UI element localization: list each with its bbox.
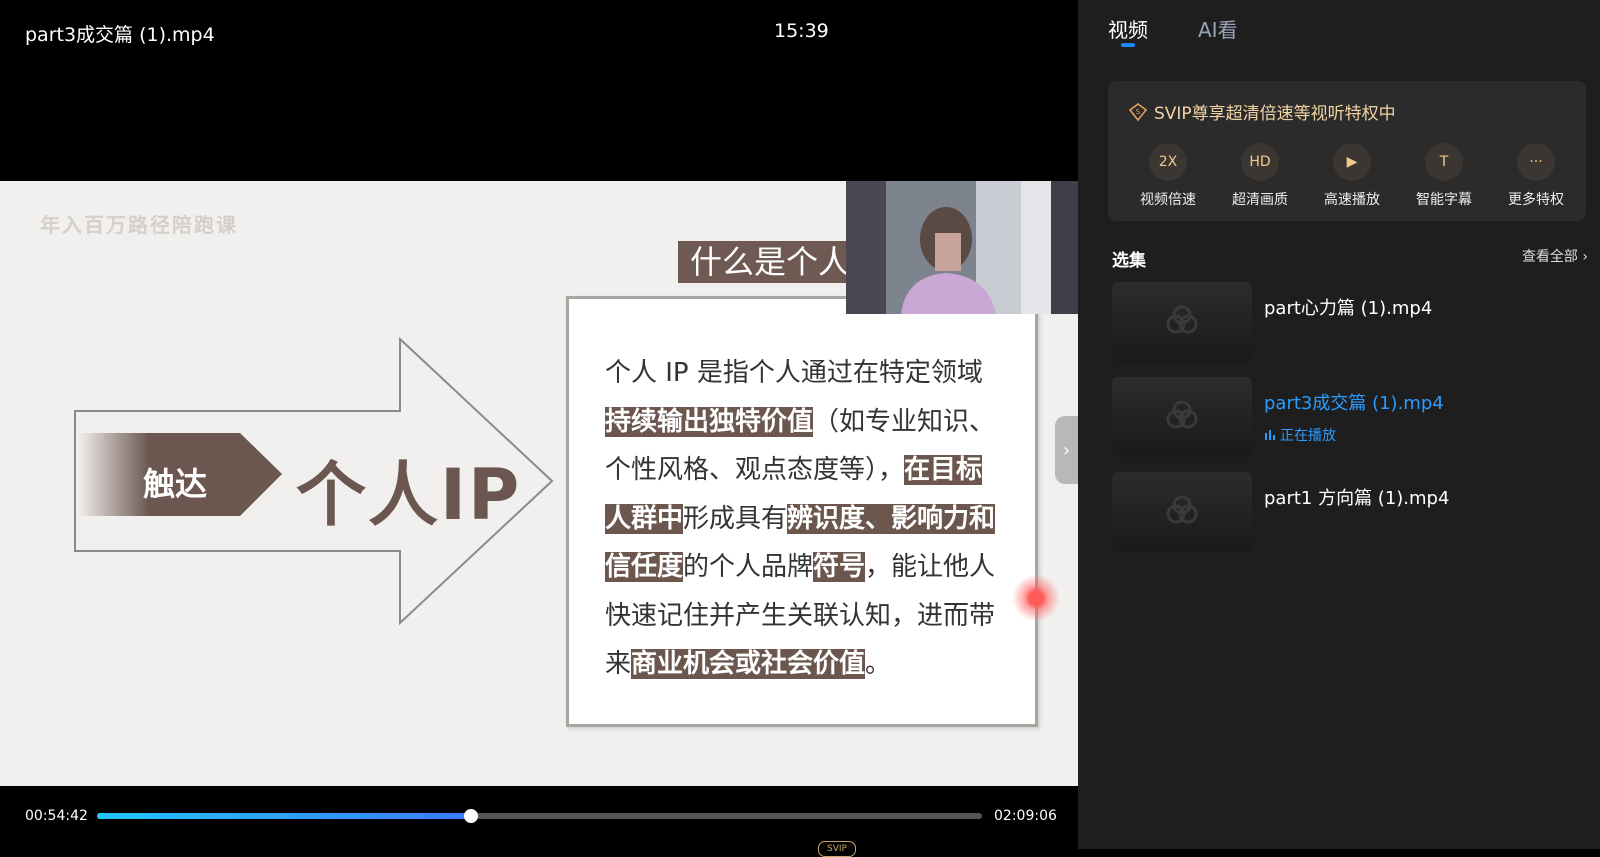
episode-title: part心力篇 (1).mp4 (1264, 298, 1433, 319)
definition-text: 个人 IP 是指个人通过在特定领域持续输出独特价值（如专业知识、个性风格、观点态… (605, 349, 1005, 689)
definition-box: 个人 IP 是指个人通过在特定领域持续输出独特价值（如专业知识、个性风格、观点态… (566, 296, 1038, 727)
perk-more[interactable]: ··· 更多特权 (1496, 143, 1576, 209)
svip-card[interactable]: S SVIP尊享超清倍速等视听特权中 2X 视频倍速 HD 超清画质 ▶ 高速播… (1108, 81, 1586, 221)
laser-pointer (1012, 574, 1060, 622)
view-all-link[interactable]: 查看全部 › (1522, 246, 1588, 266)
equalizer-icon (1265, 430, 1275, 440)
episode-title: part3成交篇 (1).mp4 (1264, 393, 1444, 414)
episode-thumbnail (1112, 282, 1252, 362)
svip-header-text: SVIP尊享超清倍速等视听特权中 (1154, 104, 1396, 124)
perk-label: 视频倍速 (1140, 192, 1196, 208)
now-playing-text: 正在播放 (1280, 428, 1336, 444)
episode-item[interactable]: part1 方向篇 (1).mp4 (1112, 472, 1582, 552)
perk-label: 高速播放 (1324, 192, 1380, 208)
perk-label: 超清画质 (1232, 192, 1288, 208)
video-player[interactable]: part3成交篇 (1).mp4 15:39 年入百万路径陪跑课 触达 个人IP… (0, 0, 1078, 857)
total-time: 02:09:06 (994, 808, 1057, 824)
presenter-webcam (846, 181, 1078, 314)
episode-thumbnail (1112, 377, 1252, 457)
clock: 15:39 (774, 20, 829, 42)
perk-subtitles[interactable]: T 智能字幕 (1404, 143, 1484, 209)
cloud-logo-icon (1166, 495, 1198, 524)
def-highlight-5: 商业机会或社会价值 (631, 649, 866, 679)
def-highlight-4: 符号 (813, 552, 866, 582)
diamond-icon: S (1128, 102, 1148, 121)
tab-ai[interactable]: AI看 (1198, 14, 1238, 43)
cloud-logo-icon (1166, 400, 1198, 429)
episode-item-active[interactable]: part3成交篇 (1).mp4 正在播放 (1112, 377, 1582, 457)
episodes-title: 选集 (1112, 251, 1146, 271)
perk-label: 智能字幕 (1416, 192, 1472, 208)
def-text-3: 形成具有 (683, 503, 788, 534)
now-playing-status: 正在播放 (1264, 425, 1336, 445)
def-text-4: 的个人品牌 (683, 552, 814, 582)
video-frame[interactable]: 年入百万路径陪跑课 触达 个人IP 什么是个人 个人 IP 是指个人通过在特定领… (0, 181, 1078, 786)
episode-title: part1 方向篇 (1).mp4 (1264, 488, 1450, 509)
cloud-logo-icon (1166, 305, 1198, 334)
svip-mini-badge[interactable]: SVIP (818, 841, 856, 857)
video-title: part3成交篇 (1).mp4 (25, 24, 215, 46)
chevron-right-icon[interactable]: › (1055, 416, 1078, 484)
perk-fast-play[interactable]: ▶ 高速播放 (1312, 143, 1392, 209)
tab-video[interactable]: 视频 (1108, 14, 1148, 43)
slide-watermark: 年入百万路径陪跑课 (40, 213, 238, 237)
slide-touch-label: 触达 (143, 465, 208, 503)
side-panel: 视频 AI看 S SVIP尊享超清倍速等视听特权中 2X 视频倍速 HD 超清画… (1078, 0, 1600, 849)
perk-label: 更多特权 (1508, 192, 1564, 208)
def-text-1: 个人 IP 是指个人通过在特定领域 (605, 358, 983, 388)
progress-bar[interactable] (97, 809, 982, 823)
perk-speed[interactable]: 2X 视频倍速 (1128, 143, 1208, 209)
current-time: 00:54:42 (25, 808, 88, 824)
slide-ip-heading: 个人IP (296, 454, 522, 536)
fast-play-icon: ▶ (1333, 143, 1371, 181)
progress-fill (97, 813, 472, 819)
episode-thumbnail (1112, 472, 1252, 552)
episode-item[interactable]: part心力篇 (1).mp4 (1112, 282, 1582, 362)
hd-icon: HD (1241, 143, 1279, 181)
active-tab-indicator (1121, 43, 1135, 47)
def-text-6: 。 (865, 649, 892, 679)
perk-hd[interactable]: HD 超清画质 (1220, 143, 1300, 209)
chevron-right-icon: › (1577, 249, 1588, 265)
def-highlight-1: 持续输出独特价值 (605, 406, 814, 437)
progress-knob[interactable] (464, 809, 479, 823)
more-icon: ··· (1517, 143, 1555, 181)
speed-2x-icon: 2X (1149, 143, 1187, 181)
subtitle-icon: T (1425, 143, 1463, 181)
view-all-text: 查看全部 (1521, 249, 1578, 265)
slide-title: 什么是个人 (678, 241, 850, 283)
svg-text:S: S (1136, 108, 1141, 116)
svip-header: S SVIP尊享超清倍速等视听特权中 (1128, 99, 1396, 124)
